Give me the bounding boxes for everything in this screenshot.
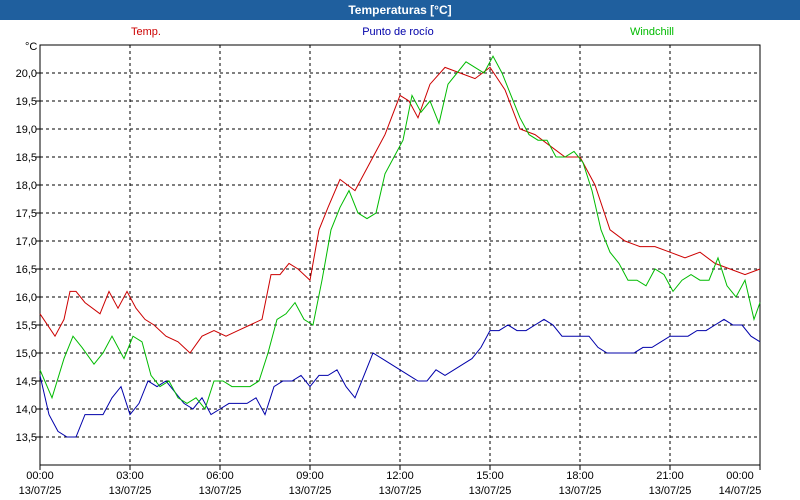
x-tick-date: 13/07/25 [649,485,692,497]
y-tick-label: 18,0 [16,180,37,192]
y-tick-label: 19,0 [16,124,37,136]
x-tick-date: 13/07/25 [559,485,602,497]
x-tick-time: 03:00 [116,470,144,482]
y-tick-label: 17,5 [16,208,37,220]
y-tick-label: 16,0 [16,292,37,304]
x-tick-date: 13/07/25 [109,485,152,497]
grid [40,45,760,465]
x-tick-date: 13/07/25 [379,485,422,497]
y-tick-label: 15,5 [16,320,37,332]
y-tick-label: 14,5 [16,376,37,388]
y-tick-label: 17,0 [16,236,37,248]
x-tick-time: 21:00 [656,470,684,482]
y-tick-label: 20,0 [16,68,37,80]
legend: Temp. Punto de rocío Windchill [131,26,674,38]
y-tick-label: 19,5 [16,96,37,108]
x-axis: 00:00 13/07/25 03:00 13/07/25 06:00 13/07/25 0… [19,465,762,497]
legend-entry: Punto de rocío [362,26,434,38]
legend-entry: Windchill [630,26,674,38]
y-tick-label: 18,5 [16,152,37,164]
unit-label: °C [25,41,37,53]
x-tick-time: 00:00 [26,470,54,482]
x-tick-date: 13/07/25 [199,485,242,497]
x-tick-time: 09:00 [296,470,324,482]
x-tick-time: 15:00 [476,470,504,482]
x-tick-date: 13/07/25 [469,485,512,497]
temperature-chart: 13,5 14,0 14,5 15,0 15,5 16,0 16,5 17,0 17,5 18,0… [16,26,762,497]
x-tick-date: 13/07/25 [19,485,62,497]
x-tick-time: 18:00 [566,470,594,482]
y-tick-label: 14,0 [16,404,37,416]
y-tick-label: 15,0 [16,348,37,360]
window-title: Temperaturas [°C] [0,0,800,20]
y-tick-label: 16,5 [16,264,37,276]
x-tick-time: 00:00 [726,470,754,482]
x-tick-time: 06:00 [206,470,234,482]
x-tick-time: 12:00 [386,470,414,482]
y-axis: 13,5 14,0 14,5 15,0 15,5 16,0 16,5 17,0 17,5 18,0… [16,68,40,444]
y-tick-label: 13,5 [16,432,37,444]
legend-entry: Temp. [131,26,161,38]
x-tick-date: 14/07/25 [719,485,762,497]
x-tick-date: 13/07/25 [289,485,332,497]
